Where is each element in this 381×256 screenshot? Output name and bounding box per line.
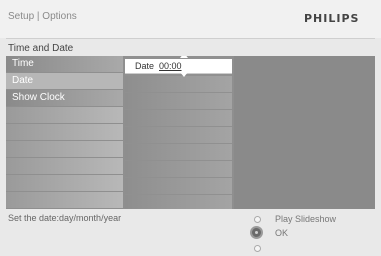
editor-row <box>125 161 232 177</box>
options-panel: Time Date Show Clock Date 00:00 <box>6 56 375 209</box>
down-arrow-icon[interactable] <box>180 72 188 77</box>
menu-item-time[interactable]: Time <box>6 56 123 72</box>
brand-logo: PHILIPS <box>304 12 360 25</box>
breadcrumb: Setup | Options <box>8 11 77 22</box>
menu-row-empty <box>6 175 123 191</box>
action-label-up: Play Slideshow <box>275 214 337 224</box>
editor-row <box>125 178 232 194</box>
section-title: Time and Date <box>8 43 74 54</box>
date-field[interactable]: Date 00:00 <box>125 56 232 77</box>
editor-column: Date 00:00 <box>125 56 232 209</box>
preview-column <box>234 56 375 209</box>
editor-row <box>125 110 232 126</box>
menu-item-date[interactable]: Date <box>6 73 123 89</box>
nav-wheel-icon[interactable] <box>250 226 263 239</box>
editor-row <box>125 127 232 143</box>
menu-row-empty <box>6 192 123 208</box>
hint-text: Set the date:day/month/year <box>8 213 122 223</box>
menu-item-label: Date <box>12 75 34 86</box>
editor-row <box>125 76 232 92</box>
menu-item-show-clock[interactable]: Show Clock <box>6 90 123 106</box>
date-field-value: 00:00 <box>159 61 182 71</box>
menu-row-empty <box>6 158 123 174</box>
date-field-label: Date <box>135 61 155 71</box>
menu-row-empty <box>6 124 123 140</box>
screen: Setup | Options PHILIPS Time and Date Ti… <box>0 0 381 256</box>
editor-row <box>125 144 232 160</box>
menu-item-label: Show Clock <box>12 92 65 103</box>
divider <box>6 38 375 39</box>
menu-row-empty <box>6 141 123 157</box>
nav-up-dot-icon[interactable] <box>254 216 261 223</box>
up-arrow-icon[interactable] <box>180 56 188 58</box>
editor-row <box>125 195 232 209</box>
menu-row-empty <box>6 107 123 123</box>
action-label-ok: OK <box>275 228 289 238</box>
menu-column: Time Date Show Clock <box>6 56 123 209</box>
editor-row <box>125 93 232 109</box>
footer: Set the date:day/month/year Play Slidesh… <box>0 209 381 256</box>
menu-item-label: Time <box>12 58 34 69</box>
header: Setup | Options PHILIPS <box>0 0 381 38</box>
nav-down-dot-icon[interactable] <box>254 245 261 252</box>
